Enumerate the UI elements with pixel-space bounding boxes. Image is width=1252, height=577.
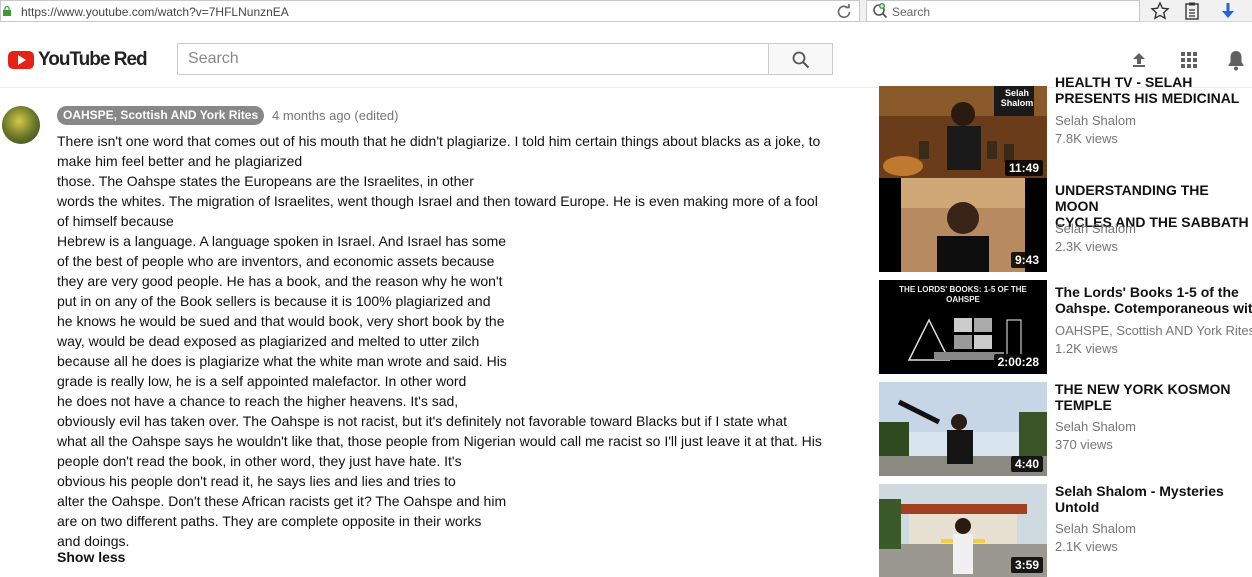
comment-text: There isn't one word that comes out of h… (57, 131, 827, 551)
video-duration: 9:43 (1010, 252, 1043, 268)
video-views: 370 views (1055, 437, 1113, 452)
lock-icon (3, 6, 11, 16)
video-thumbnail[interactable]: THE LORDS' BOOKS: 1-5 OF THE OAHSPE 2:00… (879, 280, 1047, 374)
video-title-line: The Lords' Books 1-5 of the (1055, 284, 1239, 300)
comment-line: of himself because (57, 213, 174, 229)
video-views: 7.8K views (1055, 131, 1118, 146)
video-title-line: Oahspe. Cotemporaneous with (1055, 300, 1252, 316)
comment-line: obviously evil has taken over. The Oahsp… (57, 413, 788, 429)
video-title-line: PRESENTS HIS MEDICINAL (1055, 90, 1240, 106)
video-duration: 2:00:28 (993, 354, 1043, 370)
comment-line: There isn't one word that comes out of h… (57, 133, 821, 149)
upload-icon[interactable] (1129, 50, 1149, 70)
apps-grid-icon[interactable] (1179, 50, 1199, 70)
video-title[interactable]: HEALTH TV - SELAH PRESENTS HIS MEDICINAL (1055, 74, 1252, 106)
address-bar[interactable]: https://www.youtube.com/watch?v=7HFLNunz… (0, 0, 860, 22)
search-engine-icon (873, 3, 888, 19)
reading-list-icon[interactable] (1182, 1, 1202, 21)
video-channel[interactable]: Selah Shalom (1055, 419, 1136, 434)
search-box (177, 43, 769, 75)
video-duration: 11:49 (1004, 160, 1043, 176)
video-title-line: TEMPLE (1055, 397, 1112, 413)
show-less-button[interactable]: Show less (57, 549, 125, 565)
related-video-item[interactable]: 4:40 THE NEW YORK KOSMON TEMPLE Selah Sh… (879, 381, 1252, 478)
related-video-item[interactable]: THE LORDS' BOOKS: 1-5 OF THE OAHSPE 2:00… (879, 280, 1252, 376)
reload-icon[interactable] (835, 3, 853, 21)
comment-line: are on two different paths. They are com… (57, 513, 482, 529)
video-title-line: Selah Shalom - Mysteries (1055, 483, 1224, 499)
logo-text: YouTube Red (38, 49, 148, 70)
video-title-line: THE NEW YORK KOSMON (1055, 381, 1231, 397)
search-button[interactable] (768, 43, 833, 75)
video-title-line: HEALTH TV - SELAH (1055, 74, 1193, 90)
notifications-bell-icon[interactable] (1226, 49, 1246, 71)
comment-line: put in on any of the Book sellers is bec… (57, 293, 491, 309)
youtube-logo[interactable]: YouTube Red (8, 49, 148, 71)
download-icon[interactable] (1218, 1, 1238, 21)
comment-line: they are very good people. He has a book… (57, 273, 503, 289)
related-video-item[interactable]: 9:43 UNDERSTANDING THE MOON CYCLES AND T… (879, 178, 1252, 274)
video-title[interactable]: The Lords' Books 1-5 of the Oahspe. Cote… (1055, 284, 1252, 316)
thumbnail-caption: THE LORDS' BOOKS: 1-5 OF THE OAHSPE (899, 285, 1027, 304)
browser-search-placeholder: Search (892, 5, 931, 19)
comment-line: what all the Oahspe says he wouldn't lik… (57, 433, 822, 449)
search-input[interactable] (178, 44, 769, 74)
comment-line: words the whites. The migration of Israe… (57, 193, 818, 209)
video-channel[interactable]: Selah Shalom (1055, 521, 1136, 536)
comment-line: make him feel better and he plagiarized (57, 153, 303, 169)
search-icon (792, 51, 810, 69)
browser-search-box[interactable]: Search (866, 0, 1140, 22)
related-video-item[interactable]: 3:59 Selah Shalom - Mysteries Untold Sel… (879, 483, 1252, 577)
comment-line: he knows he would be sued and that would… (57, 313, 505, 329)
comment-line: Hebrew is a language. A language spoken … (57, 233, 507, 249)
video-thumbnail[interactable]: 4:40 (879, 382, 1047, 476)
video-title[interactable]: THE NEW YORK KOSMON TEMPLE (1055, 381, 1252, 413)
video-channel[interactable]: Selah Shalom (1055, 221, 1136, 236)
comment-line: people don't read the book, in other wor… (57, 453, 462, 469)
video-thumbnail[interactable]: 3:59 (879, 484, 1047, 577)
comment-line: obvious his people don't read it, he say… (57, 473, 456, 489)
avatar[interactable] (2, 106, 40, 144)
comment-line: way, would be dead exposed as plagiarize… (57, 333, 480, 349)
video-duration: 4:40 (1010, 456, 1043, 472)
comment-author-badge[interactable]: OAHSPE, Scottish AND York Rites (57, 106, 265, 125)
comment-timestamp[interactable]: 4 months ago (edited) (272, 108, 398, 123)
comment-line: alter the Oahspe. Don't these African ra… (57, 493, 507, 509)
comment-line: of the best of people who are inventors,… (57, 253, 495, 269)
video-thumbnail[interactable]: 9:43 (879, 178, 1047, 272)
video-views: 1.2K views (1055, 341, 1118, 356)
comment-line: because all he does is plagiarize what t… (57, 353, 507, 369)
url-text: https://www.youtube.com/watch?v=7HFLNunz… (21, 5, 289, 19)
comment-line: those. The Oahspe states the Europeans a… (57, 173, 474, 189)
video-duration: 3:59 (1010, 557, 1043, 573)
video-thumbnail[interactable]: Selah Shalom 11:49 (879, 86, 1047, 180)
browser-toolbar: https://www.youtube.com/watch?v=7HFLNunz… (0, 0, 1252, 22)
comment-line: grade is really low, he is a self appoin… (57, 373, 467, 389)
video-channel[interactable]: Selah Shalom (1055, 113, 1136, 128)
video-title-line: Untold (1055, 499, 1100, 515)
comment-line: he does not have a chance to reach the h… (57, 393, 459, 409)
video-views: 2.3K views (1055, 239, 1118, 254)
youtube-play-icon (8, 51, 34, 69)
related-video-item[interactable]: Selah Shalom 11:49 HEALTH TV - SELAH PRE… (879, 74, 1252, 182)
comment-line: and doings. (57, 533, 130, 549)
video-title-line: UNDERSTANDING THE MOON (1055, 182, 1209, 214)
video-title[interactable]: Selah Shalom - Mysteries Untold (1055, 483, 1252, 515)
video-views: 2.1K views (1055, 539, 1118, 554)
bookmark-star-icon[interactable] (1150, 1, 1170, 21)
video-channel[interactable]: OAHSPE, Scottish AND York Rites (1055, 323, 1252, 338)
thumbnail-caption: Selah Shalom (1000, 88, 1034, 108)
